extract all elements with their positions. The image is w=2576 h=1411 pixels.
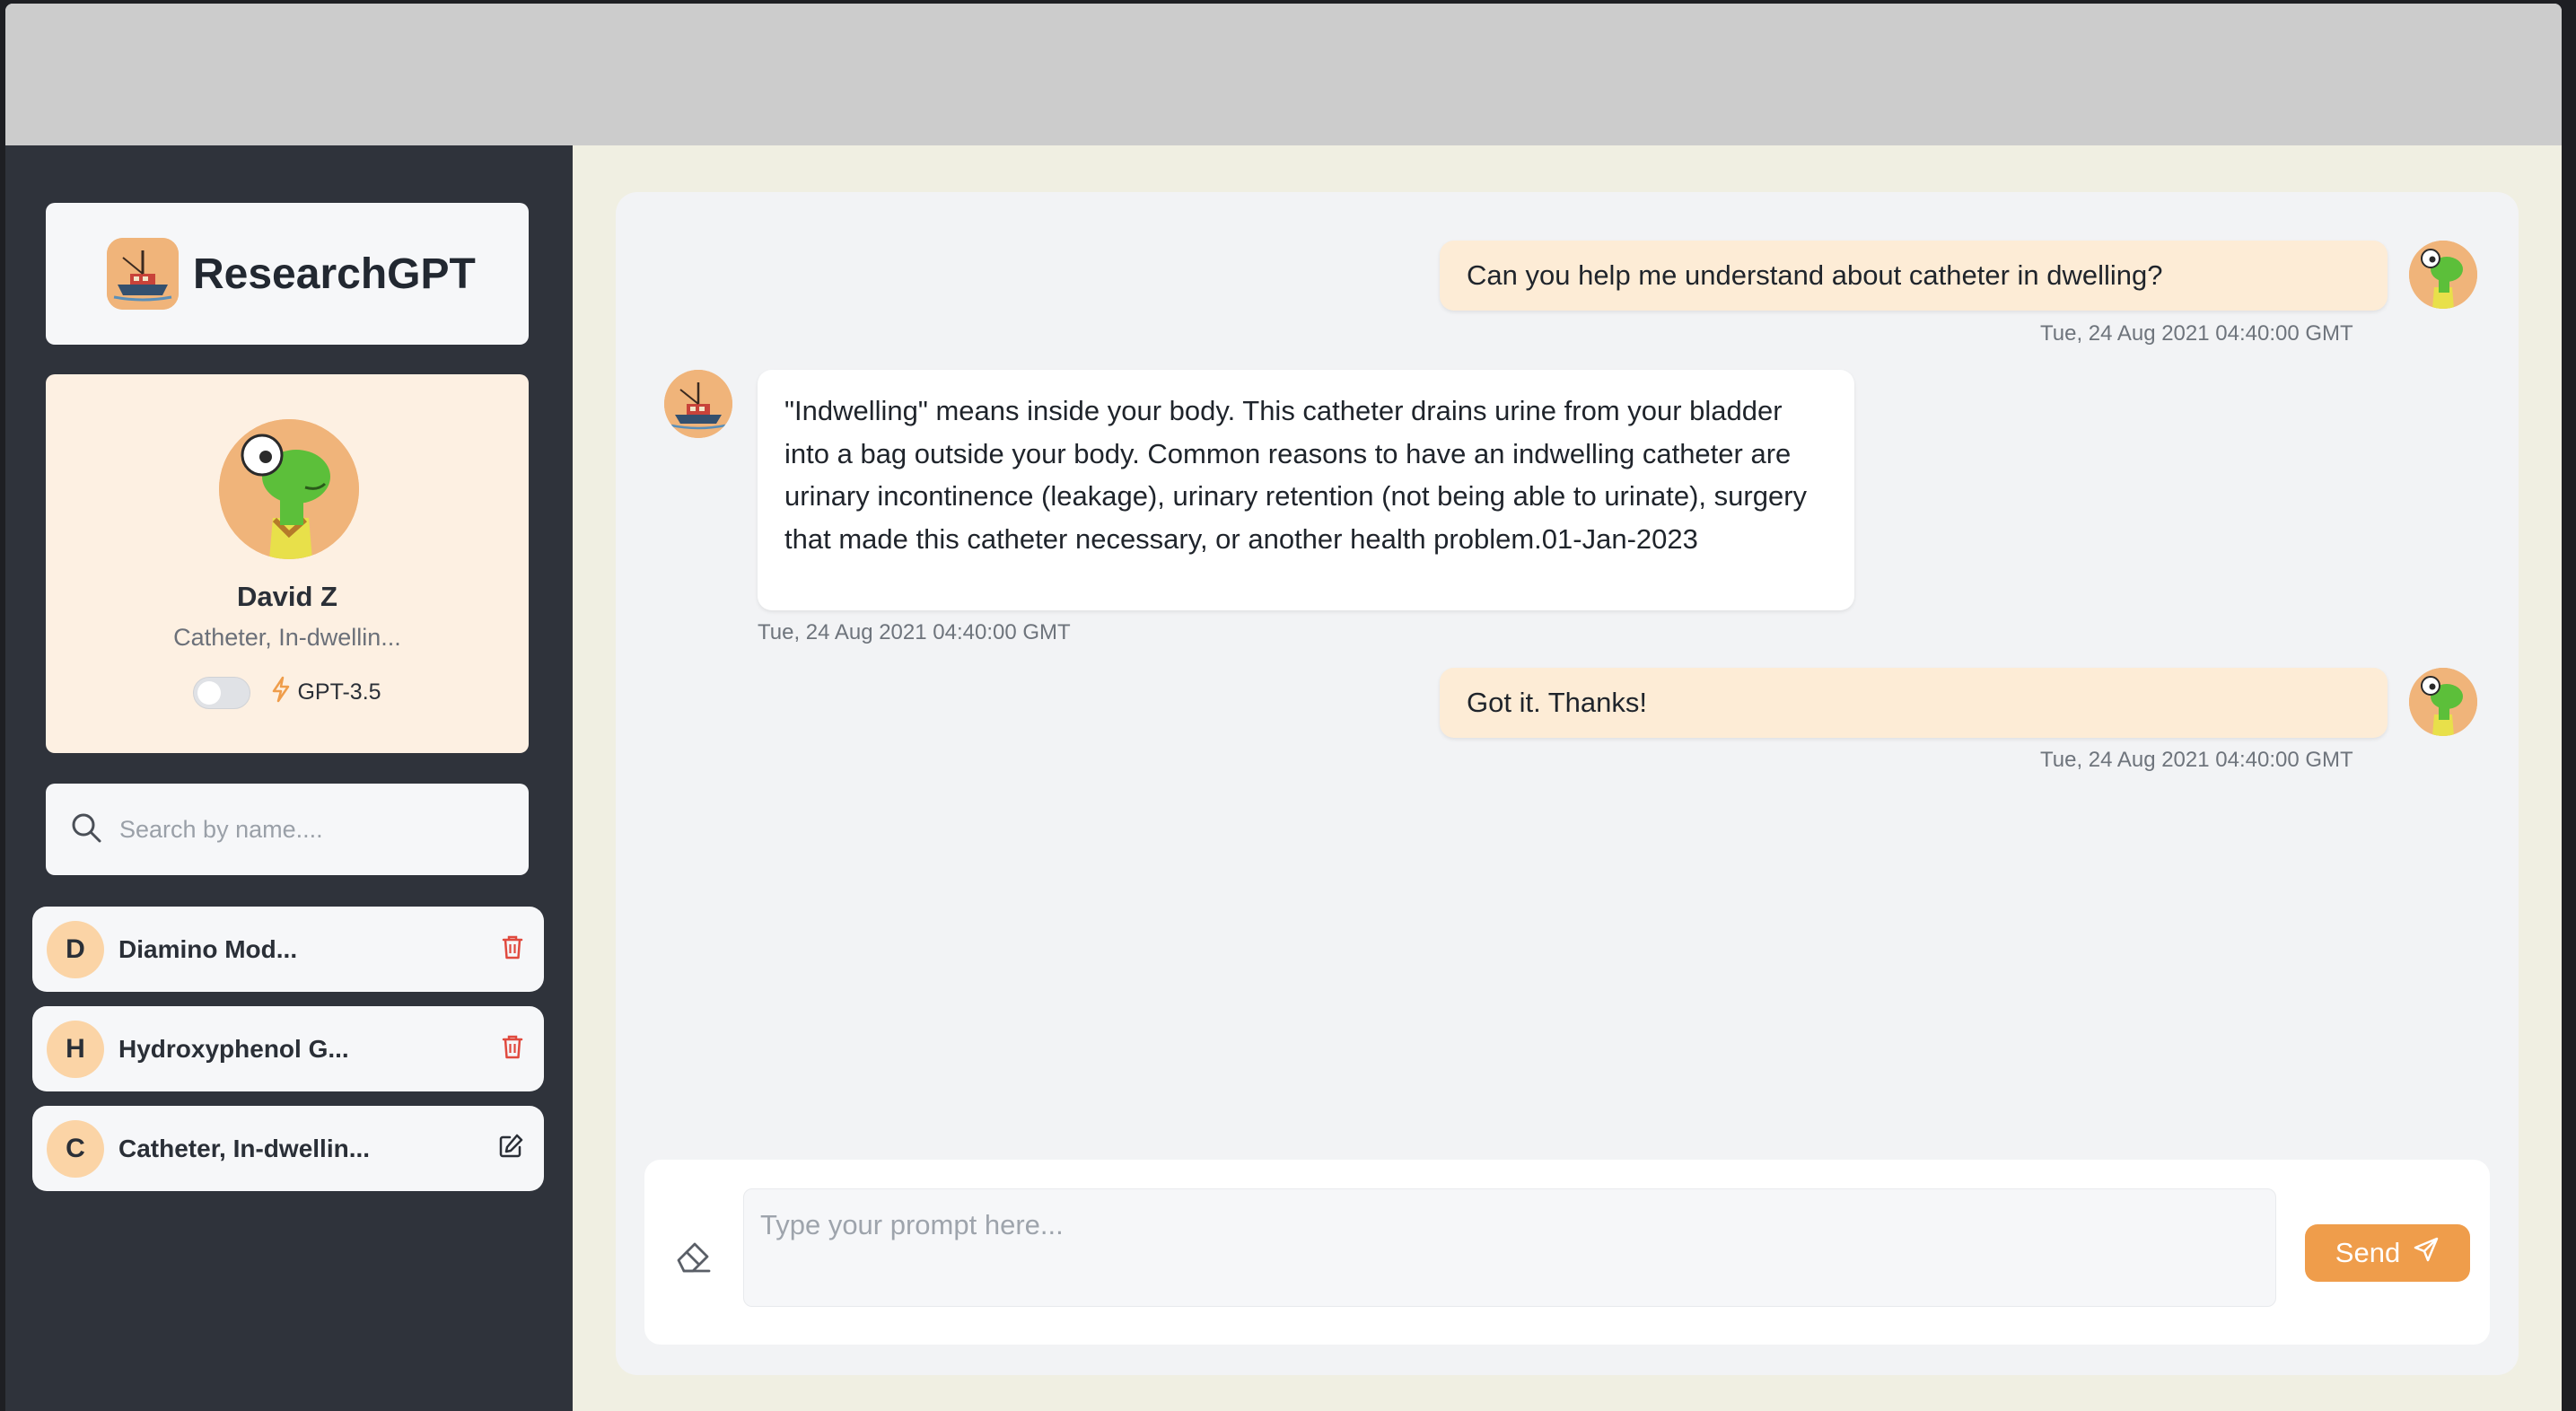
trash-icon[interactable]: [501, 1033, 524, 1065]
app-window: ResearchGPT David Z Catheter, In-dwellin…: [5, 4, 2562, 1411]
logo-icon: [107, 238, 179, 310]
eraser-icon[interactable]: [671, 1233, 714, 1276]
toggle-knob: [197, 680, 222, 705]
user-avatar: [2409, 668, 2477, 736]
assistant-message: "Indwelling" means inside your body. Thi…: [758, 370, 1854, 610]
model-name: GPT-3.5: [297, 679, 381, 705]
sidebar: ResearchGPT David Z Catheter, In-dwellin…: [5, 145, 573, 1411]
model-row: GPT-3.5: [46, 676, 529, 709]
message-timestamp: Tue, 24 Aug 2021 04:40:00 GMT: [2040, 321, 2353, 346]
avatar[interactable]: [219, 419, 359, 559]
brand-card: ResearchGPT: [46, 203, 529, 345]
chat-panel: Can you help me understand about cathete…: [616, 192, 2519, 1375]
main-area: Can you help me understand about cathete…: [573, 145, 2562, 1411]
edit-icon[interactable]: [497, 1133, 524, 1164]
lightning-icon: [270, 676, 292, 709]
chat-label: Diamino Mod...: [118, 934, 298, 963]
chat-label: Hydroxyphenol G...: [118, 1034, 349, 1063]
profile-name: David Z: [237, 581, 337, 612]
message-timestamp: Tue, 24 Aug 2021 04:40:00 GMT: [2040, 748, 2353, 772]
send-button[interactable]: Send: [2305, 1224, 2470, 1282]
model-toggle[interactable]: [193, 676, 251, 709]
chat-item[interactable]: D Diamino Mod...: [32, 907, 544, 992]
top-bar: [5, 4, 2562, 145]
user-message: Can you help me understand about cathete…: [1440, 241, 2388, 311]
chat-item[interactable]: H Hydroxyphenol G...: [32, 1006, 544, 1091]
chat-letter-avatar: C: [47, 1119, 104, 1178]
assistant-avatar: [664, 370, 732, 438]
chat-letter-avatar: D: [47, 920, 104, 978]
model-label: GPT-3.5: [270, 676, 381, 709]
message-text: Can you help me understand about cathete…: [1467, 259, 2163, 291]
search-input[interactable]: [119, 815, 496, 844]
prompt-input[interactable]: [743, 1188, 2276, 1307]
search-box: [46, 784, 529, 875]
chat-item-active[interactable]: C Catheter, In-dwellin...: [32, 1106, 544, 1191]
message-text: "Indwelling" means inside your body. Thi…: [784, 395, 1808, 555]
chat-label: Catheter, In-dwellin...: [118, 1134, 371, 1162]
message-timestamp: Tue, 24 Aug 2021 04:40:00 GMT: [758, 620, 1071, 644]
user-avatar: [2409, 241, 2477, 309]
chat-letter-avatar: H: [47, 1020, 104, 1078]
message-text: Got it. Thanks!: [1467, 687, 1648, 718]
composer: Send: [644, 1160, 2490, 1345]
trash-icon[interactable]: [501, 933, 524, 965]
app-title: ResearchGPT: [193, 250, 476, 298]
send-label: Send: [2335, 1237, 2401, 1268]
send-icon: [2413, 1236, 2440, 1270]
profile-subtitle: Catheter, In-dwellin...: [173, 624, 401, 651]
search-icon: [69, 811, 103, 849]
user-message: Got it. Thanks!: [1440, 668, 2388, 738]
profile-card: David Z Catheter, In-dwellin... GPT-3.5: [46, 374, 529, 753]
